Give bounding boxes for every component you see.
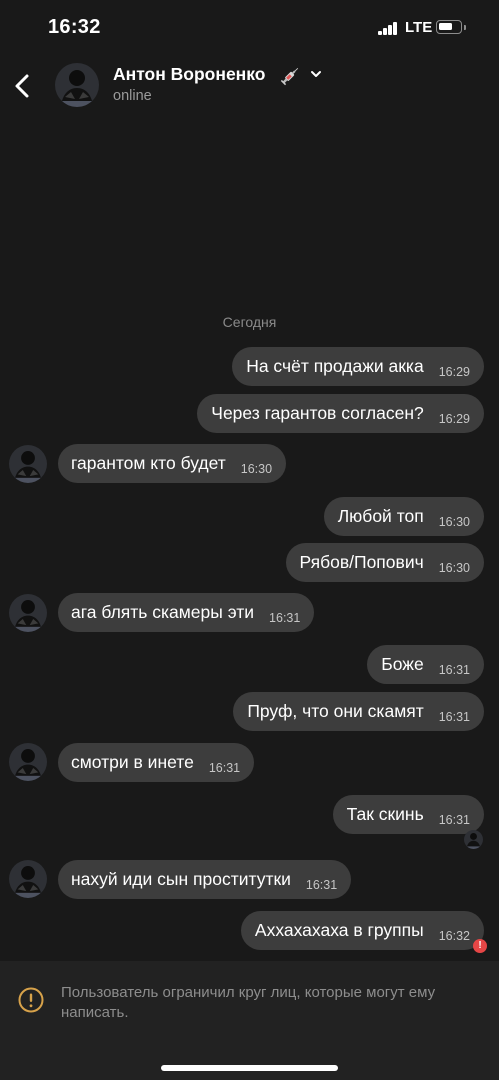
message-bubble-incoming[interactable]: нахуй иди сын проститутки 16:31 bbox=[58, 860, 352, 899]
message-time: 16:29 bbox=[438, 411, 470, 426]
message-bubble-outgoing[interactable]: Аххахахаха в группы 16:32 bbox=[240, 911, 484, 950]
message-text: На счёт продажи акка bbox=[246, 356, 424, 376]
message-time: 16:31 bbox=[438, 812, 470, 827]
warning-icon bbox=[18, 987, 44, 1013]
message-text: Любой топ bbox=[337, 506, 424, 526]
message-bubble-incoming[interactable]: смотри в инете 16:31 bbox=[58, 743, 255, 782]
back-button[interactable] bbox=[8, 66, 38, 106]
restriction-text: Пользователь ограничил круг лиц, которые… bbox=[61, 984, 436, 1021]
message-text: ага блять скамеры эти bbox=[71, 602, 255, 622]
date-separator: Сегодня bbox=[222, 314, 277, 330]
message-text: нахуй иди сын проститутки bbox=[71, 869, 291, 889]
syringe-icon bbox=[280, 67, 299, 86]
message-time: 16:31 bbox=[305, 877, 338, 892]
network-type: LTE bbox=[405, 19, 433, 36]
message-time: 16:29 bbox=[438, 364, 470, 379]
message-time: 16:30 bbox=[438, 560, 470, 575]
avatar[interactable] bbox=[55, 63, 99, 107]
sender-avatar[interactable] bbox=[9, 743, 47, 781]
message-bubble-outgoing[interactable]: Пруф, что они скамят 16:31 bbox=[233, 692, 484, 731]
battery-level bbox=[439, 23, 452, 30]
message-text: Рябов/Попович bbox=[299, 552, 424, 572]
message-text: Так скинь bbox=[346, 804, 424, 824]
message-bubble-outgoing[interactable]: Боже 16:31 bbox=[367, 645, 484, 684]
message-bubble-outgoing[interactable]: Любой топ 16:30 bbox=[323, 497, 484, 536]
contact-status: online bbox=[113, 88, 152, 104]
message-text: Пруф, что они скамят bbox=[247, 701, 424, 721]
chat-header: Антон Вороненко online bbox=[0, 58, 499, 118]
message-text: Боже bbox=[381, 654, 424, 674]
message-time: 16:30 bbox=[438, 514, 470, 529]
message-bubble-outgoing[interactable]: Рябов/Попович 16:30 bbox=[285, 543, 484, 582]
message-time: 16:31 bbox=[438, 662, 470, 677]
message-bubble-outgoing[interactable]: Через гарантов согласен? 16:29 bbox=[197, 394, 484, 433]
signal-icon bbox=[378, 22, 398, 35]
message-bubble-outgoing[interactable]: Так скинь 16:31 bbox=[332, 795, 484, 834]
battery-icon bbox=[436, 20, 462, 34]
message-bubble-outgoing[interactable]: На счёт продажи акка 16:29 bbox=[232, 347, 484, 386]
message-time: 16:31 bbox=[269, 610, 301, 625]
chevron-down-icon[interactable] bbox=[309, 67, 323, 81]
sender-avatar[interactable] bbox=[9, 594, 47, 632]
message-text: Через гарантов согласен? bbox=[211, 403, 424, 423]
restriction-banner: Пользователь ограничил круг лиц, которые… bbox=[0, 961, 499, 1080]
message-time: 16:30 bbox=[240, 461, 273, 476]
message-time: 16:32 bbox=[438, 928, 470, 943]
chat-screen: 16:32 LTE Антон Вороненко online Сегодня… bbox=[0, 0, 499, 1080]
status-time: 16:32 bbox=[48, 16, 101, 38]
chevron-left-icon bbox=[15, 74, 29, 98]
message-bubble-incoming[interactable]: гарантом кто будет 16:30 bbox=[58, 444, 287, 483]
contact-name[interactable]: Антон Вороненко bbox=[113, 64, 265, 85]
send-error-icon[interactable]: ! bbox=[473, 939, 487, 953]
battery-tip bbox=[464, 25, 466, 30]
status-bar: 16:32 LTE bbox=[0, 0, 499, 58]
message-text: Аххахахаха в группы bbox=[254, 920, 424, 940]
message-text: смотри в инете bbox=[71, 752, 194, 772]
sender-avatar[interactable] bbox=[9, 445, 47, 483]
sender-avatar[interactable] bbox=[9, 860, 47, 898]
message-bubble-incoming[interactable]: ага блять скамеры эти 16:31 bbox=[58, 593, 315, 632]
read-receipt-avatar bbox=[464, 830, 483, 849]
message-time: 16:31 bbox=[438, 709, 470, 724]
message-time: 16:31 bbox=[208, 760, 241, 775]
message-text: гарантом кто будет bbox=[71, 453, 226, 473]
home-indicator[interactable] bbox=[161, 1065, 338, 1071]
